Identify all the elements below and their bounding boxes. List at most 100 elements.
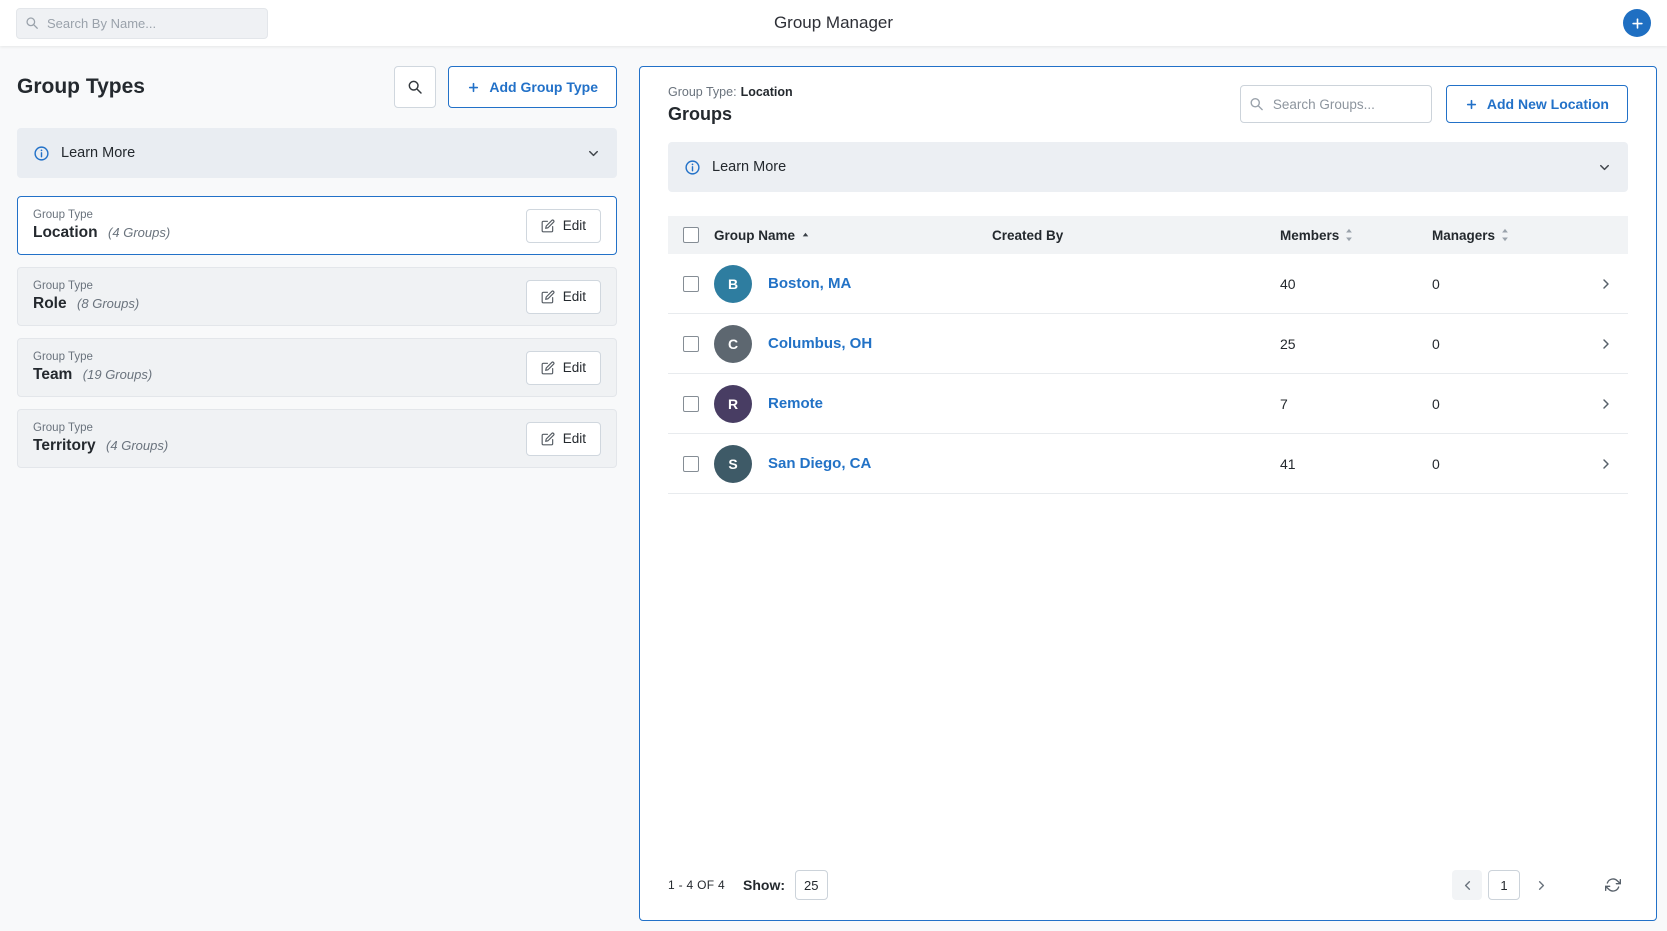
column-header-members[interactable]: Members [1280, 228, 1432, 243]
previous-page-button[interactable] [1452, 870, 1482, 900]
group-type-name: Team [33, 366, 72, 383]
edit-button[interactable]: Edit [526, 351, 601, 385]
group-type-name: Territory [33, 437, 96, 454]
page-size-selector[interactable]: 25 [795, 870, 827, 900]
search-icon [25, 16, 39, 30]
topbar: Group Manager [0, 0, 1667, 46]
plus-icon [1630, 16, 1645, 31]
group-type-count: (8 Groups) [77, 296, 139, 311]
group-types-search-button[interactable] [394, 66, 436, 108]
groups-panel: Group Type:Location Groups Add New Locat… [639, 66, 1657, 921]
row-checkbox[interactable] [683, 336, 699, 352]
add-new-location-label: Add New Location [1487, 96, 1609, 112]
edit-icon [541, 290, 555, 304]
edit-label: Edit [563, 289, 586, 304]
chevron-right-icon[interactable] [1584, 336, 1628, 352]
group-type-card-team[interactable]: Group Type Team (19 Groups) Edit [17, 338, 617, 397]
avatar: B [714, 265, 752, 303]
group-type-name: Role [33, 295, 67, 312]
edit-label: Edit [563, 218, 586, 233]
main-content: Group Types Add Group Type Learn More [0, 46, 1667, 931]
global-add-button[interactable] [1623, 9, 1651, 37]
edit-icon [541, 361, 555, 375]
table-row[interactable]: R Remote 7 0 [668, 374, 1628, 434]
managers-cell: 0 [1432, 276, 1584, 292]
chevron-right-icon[interactable] [1584, 276, 1628, 292]
row-checkbox[interactable] [683, 396, 699, 412]
current-page-button[interactable]: 1 [1488, 870, 1520, 900]
next-page-button[interactable] [1526, 870, 1556, 900]
row-checkbox[interactable] [683, 456, 699, 472]
column-header-created-by[interactable]: Created By [992, 228, 1280, 243]
column-label: Members [1280, 228, 1339, 243]
table-empty-space [668, 494, 1628, 870]
group-name-link[interactable]: Boston, MA [768, 275, 851, 292]
add-group-type-button[interactable]: Add Group Type [448, 66, 617, 108]
column-header-group-name[interactable]: Group Name [714, 228, 992, 243]
learn-more-label: Learn More [712, 159, 786, 175]
group-name-link[interactable]: Remote [768, 395, 823, 412]
chevron-left-icon [1460, 878, 1475, 893]
row-checkbox[interactable] [683, 276, 699, 292]
group-type-label: Group Type [33, 422, 168, 434]
add-new-location-button[interactable]: Add New Location [1446, 85, 1628, 123]
refresh-button[interactable] [1598, 870, 1628, 900]
column-header-managers[interactable]: Managers [1432, 228, 1584, 243]
chevron-down-icon [1597, 160, 1612, 175]
group-type-card-location[interactable]: Group Type Location (4 Groups) Edit [17, 196, 617, 255]
group-types-title: Group Types [17, 75, 145, 99]
group-type-value: Location [741, 85, 793, 99]
global-search [16, 8, 268, 39]
app-title: Group Manager [774, 13, 893, 33]
column-label: Managers [1432, 228, 1495, 243]
group-name-link[interactable]: Columbus, OH [768, 335, 872, 352]
members-cell: 41 [1280, 456, 1432, 472]
table-row[interactable]: S San Diego, CA 41 0 [668, 434, 1628, 494]
table-row[interactable]: B Boston, MA 40 0 [668, 254, 1628, 314]
group-type-count: (19 Groups) [83, 367, 152, 382]
column-label: Created By [992, 228, 1063, 243]
edit-button[interactable]: Edit [526, 422, 601, 456]
edit-button[interactable]: Edit [526, 209, 601, 243]
avatar: S [714, 445, 752, 483]
group-types-panel: Group Types Add Group Type Learn More [17, 66, 617, 921]
refresh-icon [1605, 877, 1621, 893]
table-header: Group Name Created By Members Managers [668, 216, 1628, 254]
learn-more-accordion[interactable]: Learn More [17, 128, 617, 178]
edit-button[interactable]: Edit [526, 280, 601, 314]
chevron-down-icon [586, 146, 601, 161]
group-type-count: (4 Groups) [108, 225, 170, 240]
avatar: C [714, 325, 752, 363]
select-all-checkbox[interactable] [683, 227, 699, 243]
info-icon [684, 159, 701, 176]
column-label: Group Name [714, 228, 795, 243]
learn-more-accordion[interactable]: Learn More [668, 142, 1628, 192]
chevron-right-icon[interactable] [1584, 396, 1628, 412]
chevron-right-icon[interactable] [1584, 456, 1628, 472]
edit-label: Edit [563, 360, 586, 375]
edit-icon [541, 432, 555, 446]
plus-icon [1465, 98, 1478, 111]
result-range: 1 - 4 OF 4 [668, 878, 725, 892]
group-name-link[interactable]: San Diego, CA [768, 455, 871, 472]
add-group-type-label: Add Group Type [489, 79, 598, 95]
table-footer: 1 - 4 OF 4 Show: 25 1 [668, 870, 1628, 900]
table-row[interactable]: C Columbus, OH 25 0 [668, 314, 1628, 374]
sort-icon [1344, 228, 1354, 242]
group-type-name: Location [33, 224, 98, 241]
group-type-card-role[interactable]: Group Type Role (8 Groups) Edit [17, 267, 617, 326]
groups-search-input[interactable] [1240, 85, 1432, 123]
info-icon [33, 145, 50, 162]
global-search-input[interactable] [16, 8, 268, 39]
sort-ascending-icon [800, 230, 811, 241]
managers-cell: 0 [1432, 336, 1584, 352]
members-cell: 40 [1280, 276, 1432, 292]
avatar: R [714, 385, 752, 423]
group-type-label: Group Type: [668, 85, 737, 99]
managers-cell: 0 [1432, 456, 1584, 472]
edit-label: Edit [563, 431, 586, 446]
group-type-card-territory[interactable]: Group Type Territory (4 Groups) Edit [17, 409, 617, 468]
search-icon [407, 79, 423, 95]
search-icon [1249, 97, 1264, 112]
learn-more-label: Learn More [61, 145, 135, 161]
